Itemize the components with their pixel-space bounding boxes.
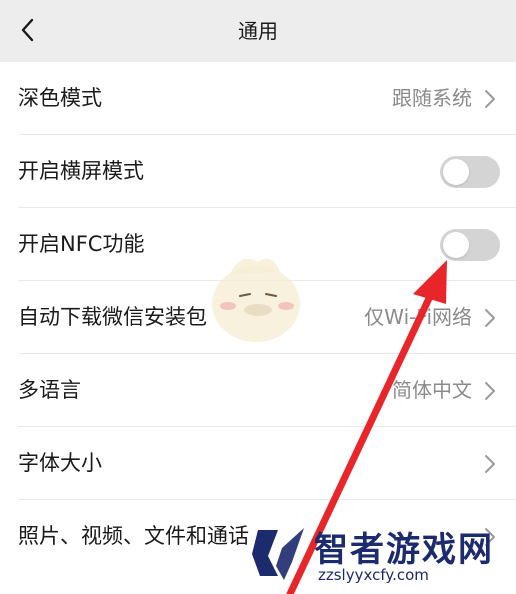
setting-landscape-mode: 开启横屏模式 — [0, 135, 516, 208]
watermark-name: 智者游戏网 — [314, 530, 494, 570]
setting-label: 开启横屏模式 — [18, 159, 144, 183]
setting-value: 简体中文 — [392, 378, 472, 402]
chevron-right-icon — [485, 455, 495, 473]
setting-label: 深色模式 — [18, 86, 102, 110]
setting-value: 仅Wi-Fi网络 — [364, 305, 472, 329]
top-bar: 通用 — [0, 0, 516, 62]
setting-label: 自动下载微信安装包 — [18, 305, 207, 329]
mascot-watermark — [212, 258, 300, 342]
setting-label: 开启NFC功能 — [18, 232, 145, 256]
toggle-knob — [443, 232, 469, 258]
site-logo-watermark — [252, 528, 304, 580]
chevron-right-icon — [485, 309, 495, 327]
setting-label: 照片、视频、文件和通话 — [18, 524, 249, 548]
setting-label: 字体大小 — [18, 451, 102, 475]
chevron-right-icon — [485, 90, 495, 108]
nfc-toggle[interactable] — [440, 229, 500, 261]
setting-dark-mode[interactable]: 深色模式 跟随系统 — [0, 62, 516, 135]
toggle-knob — [443, 159, 469, 185]
setting-label: 多语言 — [18, 378, 81, 402]
setting-language[interactable]: 多语言 简体中文 — [0, 354, 516, 427]
chevron-right-icon — [485, 382, 495, 400]
watermark-url: zzslyyxcfy.com — [318, 566, 429, 584]
page-title: 通用 — [238, 19, 278, 43]
setting-value: 跟随系统 — [392, 86, 472, 110]
setting-font-size[interactable]: 字体大小 — [0, 427, 516, 500]
landscape-toggle[interactable] — [440, 156, 500, 188]
